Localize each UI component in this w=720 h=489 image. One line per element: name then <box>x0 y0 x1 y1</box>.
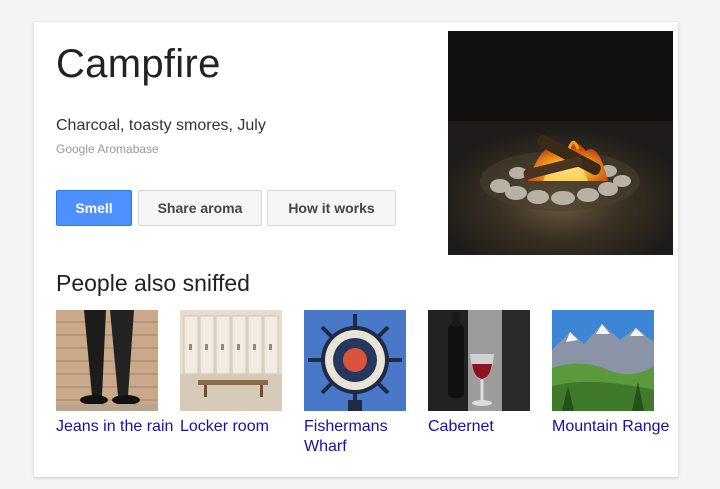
related-label: Locker room <box>180 418 269 435</box>
smell-button[interactable]: Smell <box>56 190 132 226</box>
related-item-fishermans-wharf[interactable]: Fishermans Wharf <box>304 310 406 457</box>
related-label: Jeans in the rain <box>56 418 174 435</box>
campfire-image[interactable] <box>448 31 673 255</box>
related-item-cabernet[interactable]: Cabernet <box>428 310 530 437</box>
entity-title: Campfire <box>56 42 221 86</box>
related-item-mountain-range[interactable]: Mountain Range <box>552 310 669 437</box>
related-item-locker-room[interactable]: Locker room <box>180 310 282 437</box>
related-label: Cabernet <box>428 418 494 435</box>
related-item-jeans-in-the-rain[interactable]: Jeans in the rain <box>56 310 173 437</box>
related-label: Mountain Range <box>552 418 670 435</box>
entity-subtitle: Charcoal, toasty smores, July <box>56 117 266 134</box>
jeans-thumbnail <box>56 310 158 411</box>
mountain-range-thumbnail <box>552 310 654 411</box>
share-aroma-button[interactable]: Share aroma <box>138 190 262 226</box>
people-also-sniffed-heading: People also sniffed <box>56 270 250 296</box>
entity-source: Google Aromabase <box>56 142 159 156</box>
knowledge-panel: Campfire Charcoal, toasty smores, July G… <box>34 22 678 477</box>
locker-room-thumbnail <box>180 310 282 411</box>
how-it-works-button[interactable]: How it works <box>267 190 396 226</box>
cabernet-thumbnail <box>428 310 530 411</box>
related-label: Fishermans Wharf <box>304 418 388 455</box>
fishermans-wharf-thumbnail <box>304 310 406 411</box>
